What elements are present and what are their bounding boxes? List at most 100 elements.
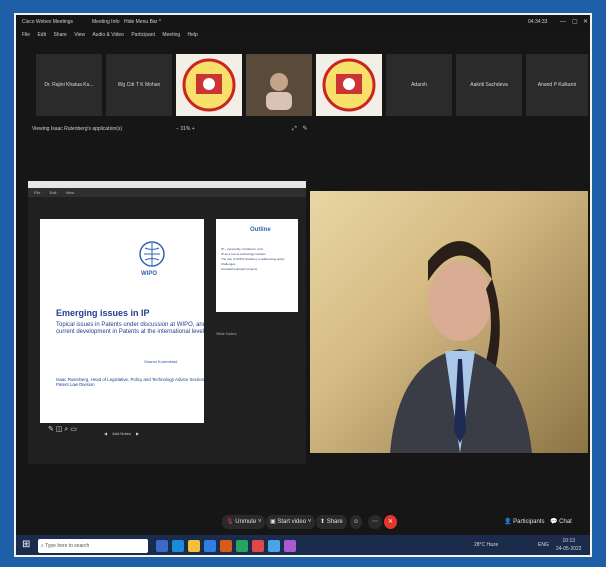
store-icon[interactable] [204,540,216,552]
weather-status[interactable]: 28°C Haze [474,542,498,548]
minimize-icon[interactable]: — [560,15,566,29]
zoom-control[interactable]: − 31% + [176,126,195,132]
unmute-label: Unmute [235,519,257,525]
menu-share[interactable]: Share [53,32,66,38]
hide-menu-toggle[interactable]: Hide Menu Bar ^ [124,15,161,29]
task-view-icon[interactable] [156,540,168,552]
clock-time: 10:13 [562,538,576,544]
more-icon: ⋯ [372,519,378,525]
shared-app-toolbar: File Edit View [28,188,306,197]
edge-icon[interactable] [172,540,184,552]
close-icon[interactable]: ✕ [583,15,588,29]
slide-presenter: Osamu Kurtenblad [144,359,178,364]
more-button[interactable]: ⋯ [368,515,382,529]
meeting-timer: 04:34:33 [528,19,548,25]
office-icon[interactable] [220,540,232,552]
participants-icon: 👤 [504,519,512,525]
participant-video-icon [266,73,292,110]
participants-button[interactable]: 👤 Participants [500,515,549,529]
speaker-figure-icon [390,241,532,453]
menu-file[interactable]: File [22,32,30,38]
app-title: Cisco Webex Meetings [22,19,74,25]
share-button[interactable]: ⬆ Share [316,515,347,529]
prev-slide-icon[interactable]: ◀ [104,431,107,436]
menu-edit[interactable]: Edit [37,32,46,38]
start-video-button[interactable]: ▣ Start video ˅ [266,515,316,529]
reaction-icon: ☺ [353,519,360,525]
app-icon[interactable] [284,540,296,552]
shared-app-titlebar [28,181,306,188]
taskbar-search[interactable]: ⌕ Type here to search [38,539,148,553]
annotate-icon[interactable]: ✎ [302,126,307,132]
slide-navigation[interactable]: ◀ Add Notes ▶ [104,431,139,436]
share-icon: ⬆ [320,519,326,525]
shared-menu-item[interactable]: Edit [50,190,57,195]
menu-participant[interactable]: Participant [131,32,155,38]
participant-name: Dr. Rajini Khatua Ku... [44,82,94,88]
pen-tools[interactable]: ✎ ◫ ⌕ ▭ [48,425,77,434]
app-icon[interactable] [236,540,248,552]
participant-name: Wg Cdr T K Mohan [117,82,161,88]
thumb-title: Outline [250,227,271,233]
participant-tile[interactable]: Dr. Rajini Khatua Ku... [36,54,102,116]
start-video-label: Start video [277,519,307,525]
college-logo-icon [182,58,236,112]
explorer-icon[interactable] [188,540,200,552]
college-logo-icon [322,58,376,112]
participant-tile[interactable]: Anand P Kulkarni [526,54,588,116]
menu-bar: File Edit Share View Audio & Video Parti… [16,29,590,41]
participant-tile-logo[interactable] [176,54,242,116]
participant-tile-video[interactable] [246,54,312,116]
chat-button[interactable]: 💬 Chat [546,515,576,529]
search-icon: ⌕ [41,543,44,549]
participant-tile-logo[interactable] [316,54,382,116]
reaction-button[interactable]: ☺ [350,515,363,529]
wipo-logo-icon [139,241,165,267]
slide-subtitle: Topical issues in Patents under discussi… [56,322,204,335]
next-slide-icon[interactable]: ▶ [136,431,139,436]
viewing-label: Viewing Isaac Rutenberg's application(s) [32,126,123,132]
camera-icon: ▣ [270,519,276,525]
title-bar: Cisco Webex Meetings Meeting Info Hide M… [16,15,590,29]
list-item: Outreach/outreach projects [221,267,258,271]
shared-menu-item[interactable]: View [66,190,75,195]
meeting-controls: 🎙 Unmute ˅ ▣ Start video ˅ ⬆ Share ☺ ⋯ ✕… [16,507,590,535]
menu-help[interactable]: Help [188,32,198,38]
shared-screen: File Edit View WIPO Emerging issues in I… [28,181,306,464]
current-slide: WIPO Emerging issues in IP Topical issue… [40,219,204,423]
participant-name: Aakriti Sachdeva [470,82,508,88]
mic-muted-icon: 🎙 [226,519,234,525]
list-item: The role of WIPO Academy in addressing p… [221,257,285,266]
language-indicator[interactable]: ENG [538,542,549,548]
zoom-level: 31% [180,126,191,132]
menu-audio-video[interactable]: Audio & Video [92,32,124,38]
chat-label: Chat [559,519,572,525]
app-icon[interactable] [252,540,264,552]
maximize-icon[interactable]: ▢ [572,15,578,29]
notes-label: Slide Notes [216,331,237,336]
chat-icon: 💬 [550,519,558,525]
meeting-info-menu[interactable]: Meeting Info [92,15,120,29]
menu-meeting[interactable]: Meeting [162,32,180,38]
participant-name: Anand P Kulkarni [537,82,577,88]
wipo-text: WIPO [141,271,157,277]
windows-taskbar: ⊞ ⌕ Type here to search 28°C Haze ENG 10… [16,535,590,555]
notes-placeholder: Add Notes [112,431,131,436]
fit-icon[interactable]: ⤢ [292,126,297,132]
participant-tile[interactable]: Aakriti Sachdeva [456,54,522,116]
windows-logo-icon[interactable]: ⊞ [22,539,30,550]
shared-menu-item[interactable]: File [34,190,40,195]
clock-date: 24-05-2022 [556,546,582,552]
participant-tile[interactable]: Wg Cdr T K Mohan [106,54,172,116]
participant-tile[interactable]: Adarsh [386,54,452,116]
slide-title: Emerging issues in IP [56,308,150,318]
end-call-button[interactable]: ✕ [384,515,398,529]
slide-affiliation: Isaac Rutenberg, Head of Legislative, Po… [56,377,204,387]
active-speaker-video [310,191,588,453]
menu-view[interactable]: View [74,32,85,38]
unmute-button[interactable]: 🎙 Unmute ˅ [222,515,266,529]
next-slide-thumbnail[interactable]: Outline IP – ownership, limitations, and… [216,219,298,312]
webex-icon[interactable] [268,540,280,552]
clock[interactable]: 10:13 24-05-2022 [556,537,582,553]
webex-window: Cisco Webex Meetings Meeting Info Hide M… [14,13,592,557]
